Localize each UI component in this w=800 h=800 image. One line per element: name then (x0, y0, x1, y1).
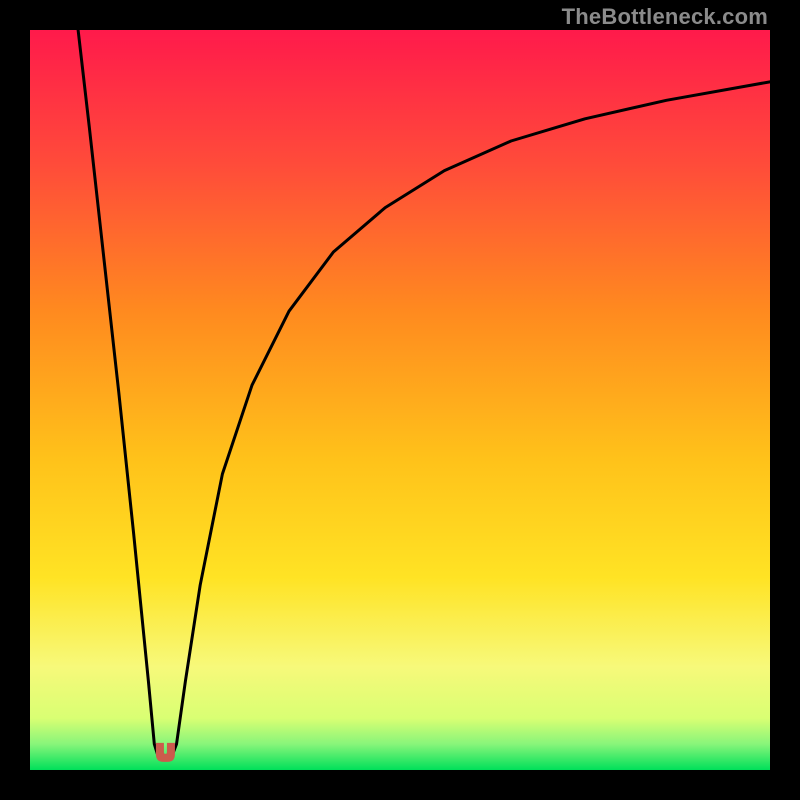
chart-frame: TheBottleneck.com (0, 0, 800, 800)
plot-area (30, 30, 770, 770)
gradient-background (30, 30, 770, 770)
plot-svg (30, 30, 770, 770)
attribution-text: TheBottleneck.com (562, 4, 768, 30)
